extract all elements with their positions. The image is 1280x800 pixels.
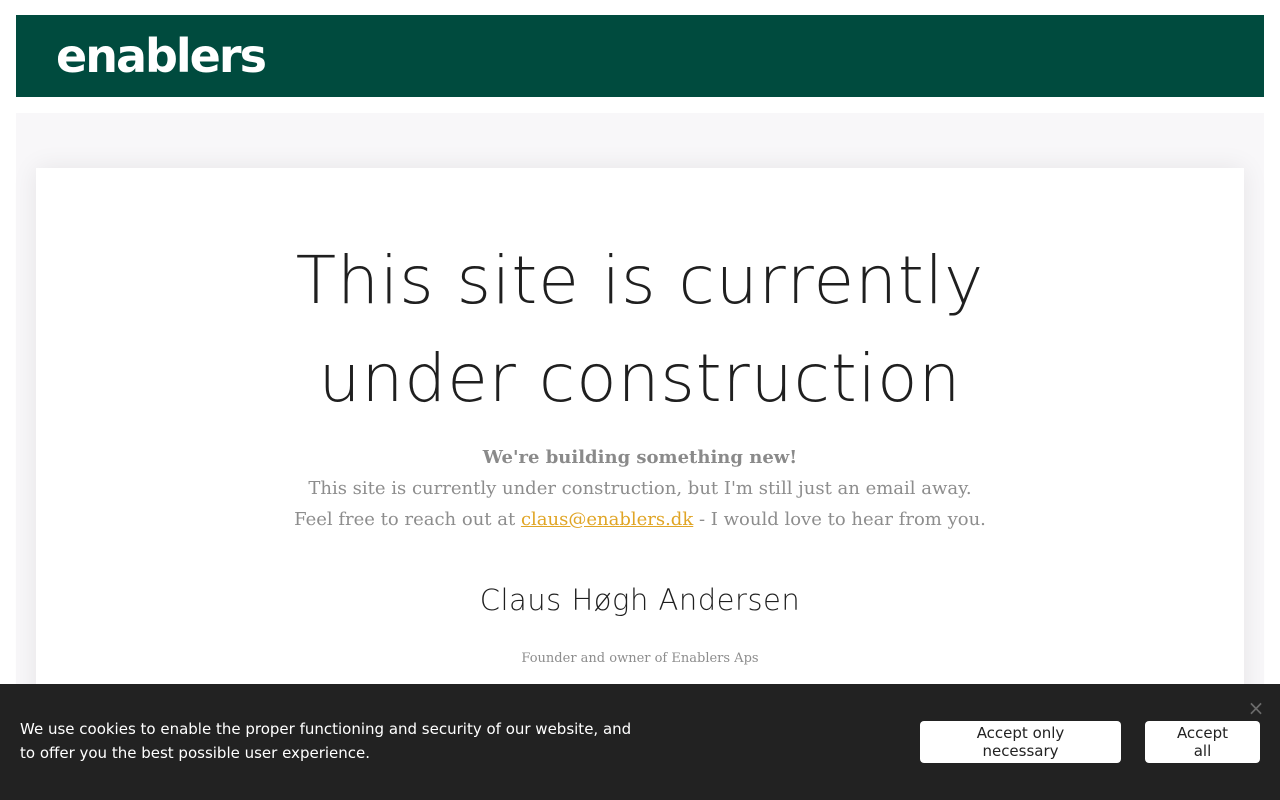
close-icon[interactable]: × xyxy=(1246,698,1266,718)
enablers-logo[interactable]: enablers xyxy=(56,31,267,81)
signature-name: Claus Høgh Andersen xyxy=(479,583,801,617)
intro-text: We're building something new! This site … xyxy=(186,442,1094,535)
intro-line-3-before: Feel free to reach out at xyxy=(294,509,516,530)
signature-role: Founder and owner of Enablers Aps xyxy=(521,651,759,666)
intro-line-3-after: - I would love to hear from you. xyxy=(698,509,986,530)
cookie-banner: We use cookies to enable the proper func… xyxy=(0,684,1280,800)
accept-necessary-button[interactable]: Accept only necessary xyxy=(920,721,1121,763)
page-title: This site is currently under constructio… xyxy=(295,242,985,417)
site-header: enablers xyxy=(16,15,1264,97)
intro-line-2: This site is currently under constructio… xyxy=(308,478,972,499)
cookie-text: We use cookies to enable the proper func… xyxy=(20,720,632,762)
intro-line-3: Feel free to reach out at claus@enablers… xyxy=(186,504,1094,535)
accept-all-button[interactable]: Accept all xyxy=(1145,721,1260,763)
email-link[interactable]: claus@enablers.dk xyxy=(521,509,693,530)
intro-strong: We're building something new! xyxy=(482,447,798,468)
